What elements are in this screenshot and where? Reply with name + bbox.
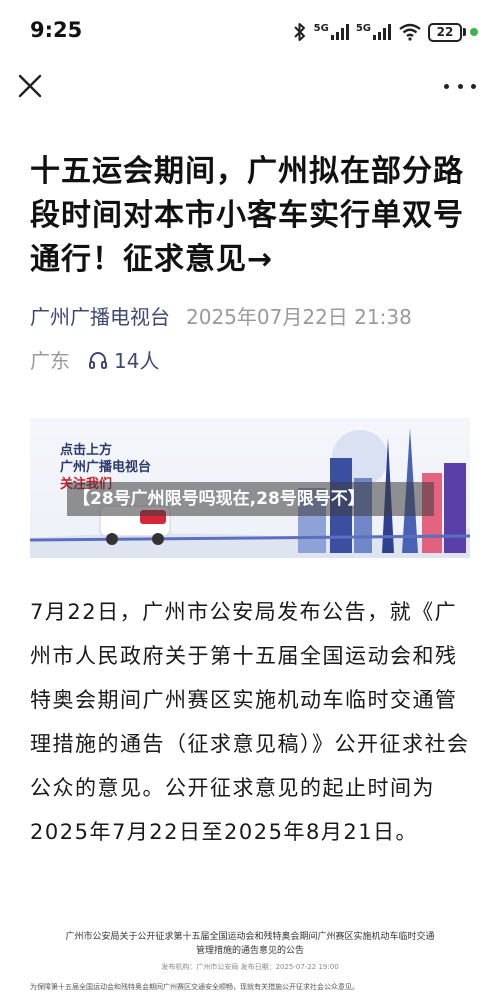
- signal-5g-label: 5G: [313, 23, 329, 34]
- listen-button[interactable]: 14人: [88, 345, 159, 374]
- close-button[interactable]: [16, 72, 44, 100]
- article-meta: 广州广播电视台 2025年07月22日 21:38: [30, 301, 480, 330]
- more-options-button[interactable]: [444, 72, 476, 100]
- status-time: 9:25: [30, 18, 83, 42]
- more-dot-icon: [471, 83, 476, 89]
- more-dot-icon: [444, 83, 449, 89]
- more-dot-icon: [457, 83, 463, 89]
- cellular-signal-icon-2: 5G: [356, 23, 392, 41]
- document-first-line: 为保障第十五届全国运动会和残特奥会期间广州赛区交通安全顺畅，现就有关措施公开征求…: [30, 983, 359, 991]
- article-title: 十五运会期间，广州拟在部分路段时间对本市小客车实行单双号通行！征求意见→: [30, 154, 464, 277]
- bluetooth-icon: [292, 21, 308, 43]
- headphones-icon: [89, 351, 107, 369]
- document-image-preview[interactable]: 广州市公安局关于公开征求第十五届全国运动会和残特奥会期间广州赛区实施机动车临时交…: [30, 930, 470, 999]
- battery-icon: 22: [428, 22, 478, 42]
- charging-dot: [470, 28, 478, 36]
- close-icon: [18, 74, 42, 98]
- article-meta-secondary: 广东 14人: [30, 345, 159, 374]
- document-title-line-1: 广州市公安局关于公开征求第十五届全国运动会和残特奥会期间广州赛区实施机动车临时交…: [65, 932, 435, 942]
- article-body-paragraph: 7月22日，广州市公安局发布公告，就《广州市人民政府关于第十五届全国运动会和残特…: [30, 600, 470, 844]
- document-sub: 发布机构：广州市公安局 发布日期：2025-07-22 19:00: [161, 963, 339, 971]
- listeners-count: 14人: [114, 349, 160, 373]
- cellular-signal-icon: 5G: [314, 23, 350, 41]
- wifi-icon: [398, 23, 422, 41]
- status-bar: 9:25 5G 5G 22: [0, 0, 500, 64]
- source-name-link[interactable]: 广州广播电视台: [30, 301, 170, 330]
- battery-level: 22: [428, 22, 462, 42]
- location-label: 广东: [30, 349, 70, 373]
- nav-bar: [0, 64, 500, 108]
- status-icons: 5G 5G 22: [292, 18, 478, 46]
- overlay-caption: 【28号广州限号吗现在,28号限号不】: [67, 482, 434, 516]
- signal-5g-label-2: 5G: [355, 23, 371, 34]
- publish-time: 2025年07月22日 21:38: [186, 305, 412, 329]
- document-title-line-2: 管理措施的通告意见的公告: [195, 946, 304, 956]
